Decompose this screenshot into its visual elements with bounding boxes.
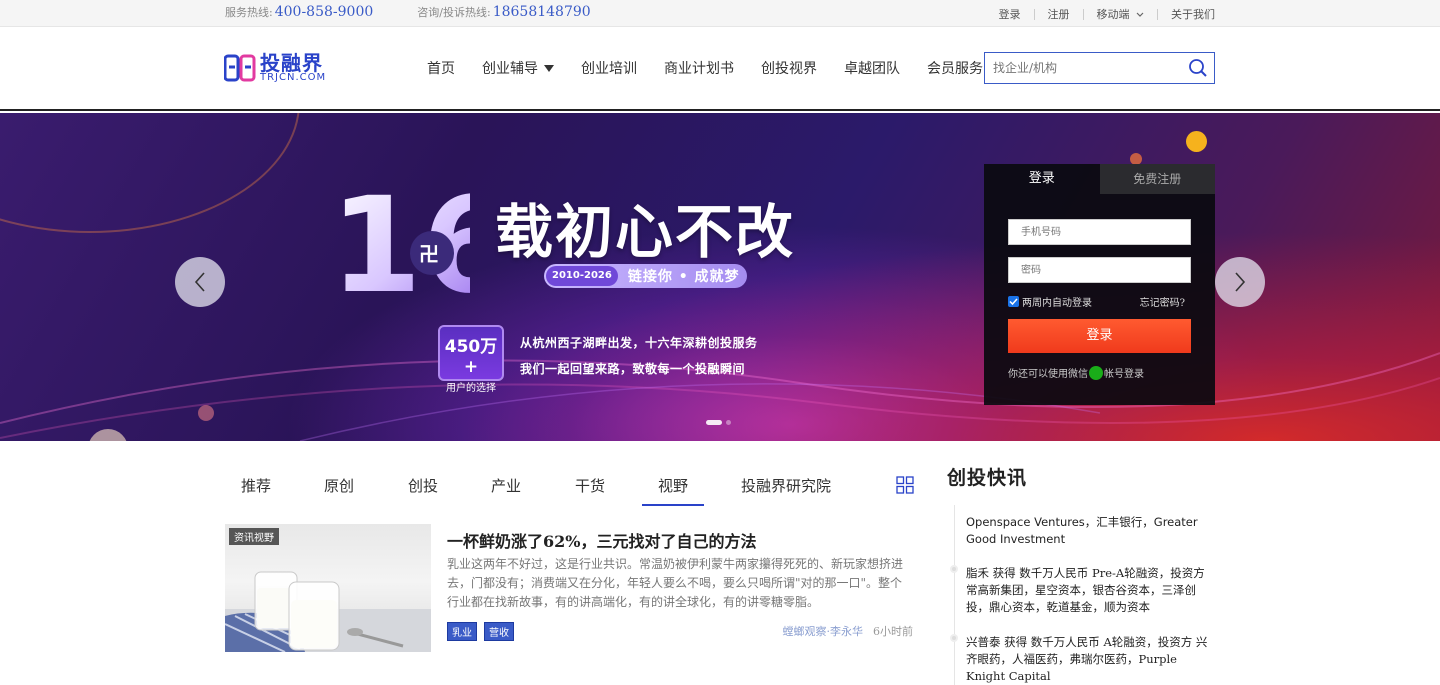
consult-hotline-label: 咨询/投诉热线: — [417, 6, 491, 19]
tab-research[interactable]: 投融界研究院 — [741, 475, 831, 496]
timeline-line — [954, 505, 955, 685]
top-login-link[interactable]: 登录 — [999, 6, 1021, 22]
remember-me[interactable]: 两周内自动登录 — [1008, 294, 1092, 309]
top-register-link[interactable]: 注册 — [1048, 6, 1070, 22]
service-hotline-number: 400-858-9000 — [274, 4, 374, 20]
search-icon[interactable] — [1188, 58, 1208, 78]
carousel-indicators — [706, 420, 731, 425]
banner-line-1: 从杭州西子湖畔出发，十六年深耕创投服务 — [520, 336, 758, 350]
tab-register[interactable]: 免费注册 — [1099, 164, 1215, 194]
nav-member-service[interactable]: 会员服务 — [927, 58, 983, 78]
logo-domain: TRJCN.COM — [260, 72, 327, 83]
users-badge: 450万+ 用户的选择 — [438, 325, 504, 394]
login-panel: 登录 免费注册 两周内自动登录 忘记密码? 登录 你还可以使用微信 帐号登录 — [984, 164, 1215, 405]
consult-hotline-number: 18658148790 — [492, 4, 591, 20]
tab-vision[interactable]: 视野 — [658, 475, 688, 496]
hotline-info: 服务热线: 400-858-9000 咨询/投诉热线: 18658148790 — [225, 4, 635, 20]
article-author[interactable]: 螳螂观察·李永华 — [783, 623, 864, 639]
divider — [1033, 8, 1035, 20]
search-input[interactable] — [985, 54, 1180, 82]
tab-original[interactable]: 原创 — [324, 475, 354, 496]
article-tag[interactable]: 乳业 — [447, 622, 477, 641]
flash-item[interactable]: Openspace Ventures，汇丰银行，Greater Good Inv… — [966, 514, 1211, 548]
wechat-icon[interactable] — [1089, 365, 1103, 380]
chevron-right-icon — [1235, 272, 1246, 292]
nav-startup-coaching[interactable]: 创业辅导 — [482, 58, 554, 78]
chevron-left-icon — [194, 272, 205, 292]
banner-prev-button[interactable] — [175, 257, 225, 307]
banner-tagline: 链接你 • 成就梦 — [627, 269, 740, 285]
phone-input[interactable] — [1008, 219, 1191, 245]
banner-tagline-pill: 2010-2026 链接你 • 成就梦 — [544, 264, 747, 288]
banner-years: 2010-2026 — [546, 266, 618, 286]
anniversary-number: 16 — [330, 179, 470, 299]
site-header: 投融界 TRJCN.COM 首页 创业辅导 创业培训 商业计划书 创投视界 卓越… — [0, 27, 1440, 111]
decor-coin — [1186, 131, 1207, 152]
article-tag[interactable]: 营收 — [484, 622, 514, 641]
divider — [1157, 8, 1158, 20]
article-summary: 乳业这两年不好过，这是行业共识。常温奶被伊利蒙牛两家攥得死死的、新玩家想挤进去，… — [447, 557, 904, 609]
article-title[interactable]: 一杯鲜奶涨了62%，三元找对了自己的方法 — [447, 528, 756, 552]
active-tab-indicator — [642, 504, 704, 506]
carousel-dot[interactable] — [726, 420, 731, 425]
nav-vc-vision[interactable]: 创投视界 — [761, 58, 817, 78]
grid-menu-icon[interactable] — [896, 476, 914, 494]
users-label: 用户的选择 — [446, 383, 496, 394]
flash-item[interactable]: 脂禾 获得 数千万人民币 Pre-A轮融资，投资方 常高新集团，星空资本，银杏谷… — [966, 565, 1211, 616]
top-about-link[interactable]: 关于我们 — [1171, 6, 1215, 22]
article-time: 6小时前 — [873, 625, 913, 638]
svg-text:卍: 卍 — [419, 242, 439, 266]
tab-insights[interactable]: 干货 — [575, 475, 605, 496]
decor-arc — [0, 113, 300, 233]
password-input[interactable] — [1008, 257, 1191, 283]
tab-recommend[interactable]: 推荐 — [241, 475, 271, 496]
mobile-link-label: 移动端 — [1096, 8, 1130, 21]
site-logo[interactable]: 投融界 TRJCN.COM — [224, 53, 326, 83]
nav-home[interactable]: 首页 — [427, 58, 455, 78]
flash-news-title: 创投快讯 — [947, 467, 1028, 489]
logo-mark-icon — [224, 54, 256, 82]
carousel-dot-active[interactable] — [706, 420, 722, 425]
flash-item[interactable]: 兴普泰 获得 数千万人民币 A轮融资，投资方 兴齐眼药，人福医药，弗瑞尔医药，P… — [966, 634, 1211, 685]
forgot-password-link[interactable]: 忘记密码? — [1140, 294, 1185, 309]
remember-me-label: 两周内自动登录 — [1022, 298, 1092, 309]
timeline-dot — [950, 565, 958, 573]
top-mobile-link[interactable]: 移动端 — [1097, 6, 1145, 22]
category-tabs: 推荐 原创 创投 产业 干货 视野 投融界研究院 — [225, 470, 915, 506]
article-thumbnail[interactable]: 资讯视野 — [225, 524, 431, 652]
divider — [1082, 8, 1084, 20]
login-submit-button[interactable]: 登录 — [1008, 319, 1191, 353]
article-card[interactable]: 资讯视野 一杯鲜奶涨了62%，三元找对了自己的方法 乳业这两年不好过，这是行业共… — [225, 524, 915, 652]
top-bar: 服务热线: 400-858-9000 咨询/投诉热线: 18658148790 … — [0, 0, 1440, 27]
article-tags: 乳业 营收 — [447, 622, 514, 641]
checkbox-checked-icon[interactable] — [1008, 296, 1019, 307]
logo-text: 投融界 — [260, 51, 323, 75]
main-nav: 首页 创业辅导 创业培训 商业计划书 创投视界 卓越团队 会员服务 — [427, 58, 1010, 78]
tab-venture[interactable]: 创投 — [408, 475, 438, 496]
top-links: 登录 注册 移动端 关于我们 — [999, 6, 1216, 22]
hero-banner[interactable]: 16 卍 载初心不改 2010-2026 链接你 • 成就梦 450万+ 用户的… — [0, 113, 1440, 441]
nav-startup-coaching-label: 创业辅导 — [482, 61, 538, 77]
article-meta: 螳螂观察·李永华 6小时前 — [783, 623, 914, 639]
timeline-dot — [950, 634, 958, 642]
nav-excellent-team[interactable]: 卓越团队 — [844, 58, 900, 78]
wechat-login-prefix: 你还可以使用微信 — [1008, 369, 1088, 380]
caret-down-icon — [544, 64, 554, 72]
nav-startup-training[interactable]: 创业培训 — [581, 58, 637, 78]
search-box — [984, 52, 1215, 84]
tab-industry[interactable]: 产业 — [491, 475, 521, 496]
banner-next-button[interactable] — [1215, 257, 1265, 307]
nav-business-plan[interactable]: 商业计划书 — [664, 58, 734, 78]
users-count: 450万+ — [444, 337, 498, 377]
wechat-login: 你还可以使用微信 帐号登录 — [1008, 365, 1144, 380]
chevron-down-icon — [1136, 12, 1144, 17]
banner-line-2: 我们一起回望来路，致敬每一个投融瞬间 — [520, 362, 746, 376]
thumbnail-tag: 资讯视野 — [229, 528, 279, 545]
anniversary-16-graphic: 16 卍 — [330, 179, 470, 299]
service-hotline-label: 服务热线: — [225, 6, 273, 19]
tab-login[interactable]: 登录 — [984, 164, 1100, 194]
banner-slogan: 载初心不改 — [495, 198, 796, 266]
wechat-login-suffix: 帐号登录 — [1104, 369, 1144, 380]
